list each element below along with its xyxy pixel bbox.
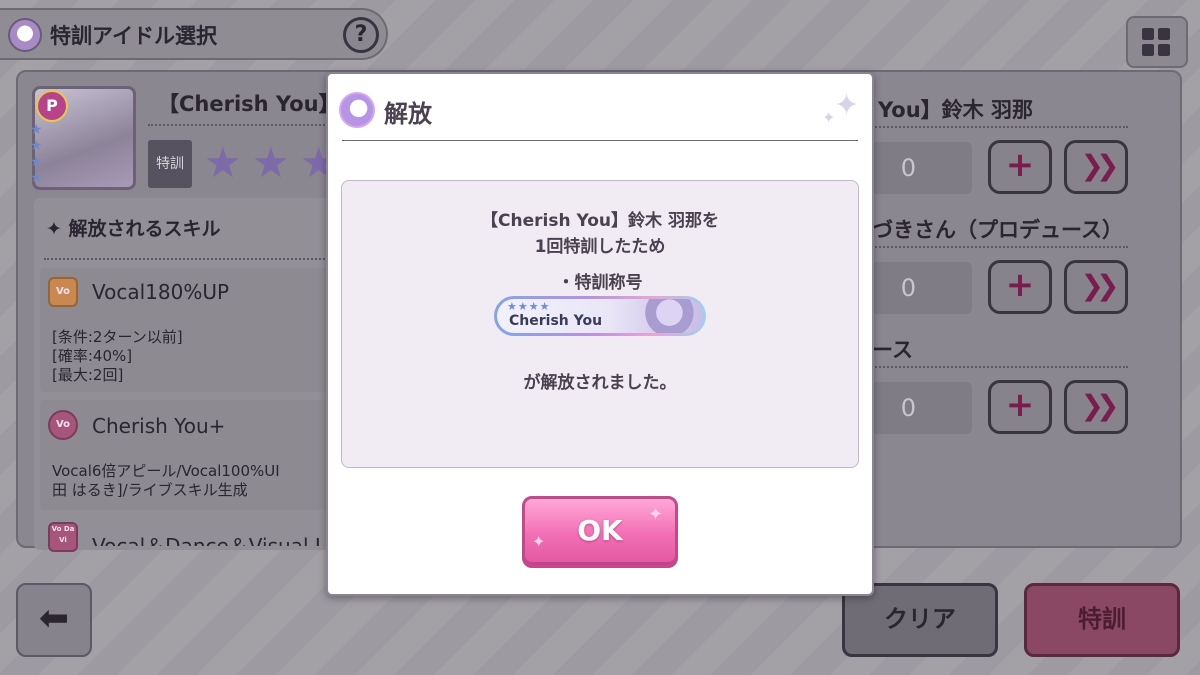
sparkle-icon: ✦ xyxy=(834,88,860,123)
app-logo-icon xyxy=(8,18,42,52)
title-plate-inner: ★★★★ Cherish You xyxy=(497,299,703,333)
tokkun-star-icon: ★ xyxy=(252,138,290,187)
rarity-star-icon: ★ xyxy=(30,122,43,138)
tokkun-star-icon: ★ xyxy=(204,138,242,187)
rarity-star-icon: ★ xyxy=(30,170,43,186)
plate-text: Cherish You xyxy=(509,313,603,329)
increment-button[interactable]: + xyxy=(988,140,1052,194)
divider xyxy=(872,246,1128,248)
rarity-star-icon: ★ xyxy=(30,154,43,170)
idol-card-name: 【Cherish You】 xyxy=(158,92,340,116)
grid-icon xyxy=(1142,44,1154,56)
idol-portrait-icon xyxy=(631,299,695,333)
material-row-title: ース xyxy=(872,338,913,362)
increment-button[interactable]: + xyxy=(988,380,1052,434)
increment-button[interactable]: + xyxy=(988,260,1052,314)
divider xyxy=(148,124,328,126)
dialog-logo-icon xyxy=(339,92,375,128)
skill-section-title: ✦ 解放されるスキル xyxy=(46,218,221,240)
material-row-title: You】鈴木 羽那 xyxy=(878,98,1033,122)
rarity-star-icon: ★ xyxy=(30,138,43,154)
skill-effect: Vocal6倍アピール/Vocal100%UI xyxy=(52,462,280,480)
divider xyxy=(44,258,328,260)
divider xyxy=(872,126,1128,128)
message-line: 【Cherish You】鈴木 羽那を xyxy=(481,211,719,231)
skill-name: Vocal＆Dance＆Visual I xyxy=(92,534,321,546)
sparkle-icon: ✦ xyxy=(648,504,664,525)
skill-condition: [条件:2ターン以前] xyxy=(52,328,183,346)
skill-name: Vocal180%UP xyxy=(92,280,230,304)
grid-icon xyxy=(1158,44,1170,56)
message-line: ・特訓称号 xyxy=(557,273,643,293)
page-title: 特訓アイドル選択 xyxy=(50,24,217,48)
divider xyxy=(872,366,1128,368)
skill-probability: [確率:40%] xyxy=(52,347,133,365)
skill-effect: 田 はるき]/ライブスキル生成 xyxy=(52,481,248,499)
max-button[interactable]: ❯❯ xyxy=(1064,140,1128,194)
sparkle-icon: ✦ xyxy=(532,532,546,551)
help-button[interactable]: ? xyxy=(343,17,379,53)
back-button[interactable]: ⬅ xyxy=(16,583,92,657)
grid-icon xyxy=(1142,28,1154,40)
plate-stars-icon: ★★★★ xyxy=(507,300,551,313)
count-display: 0 xyxy=(870,382,972,434)
arrow-left-icon: ⬅ xyxy=(38,598,70,639)
tokkun-title-plate: ★★★★ Cherish You xyxy=(494,296,706,336)
dialog-divider xyxy=(342,140,858,141)
train-button[interactable]: 特訓 xyxy=(1024,583,1180,657)
message-line: 1回特訓したため xyxy=(534,237,666,257)
grid-view-button[interactable] xyxy=(1126,16,1188,68)
sparkle-icon: ✦ xyxy=(822,108,836,127)
skill-max: [最大:2回] xyxy=(52,366,124,384)
vocal-skill-icon: Vo xyxy=(48,410,78,440)
produce-badge-icon: P xyxy=(36,90,68,122)
tokkun-label: 特訓 xyxy=(148,140,192,188)
max-button[interactable]: ❯❯ xyxy=(1064,260,1128,314)
message-line: が解放されました。 xyxy=(523,373,677,393)
vocal-skill-icon: Vo xyxy=(48,277,78,307)
vo-da-vi-skill-icon: Vo Da Vi xyxy=(48,522,78,552)
max-button[interactable]: ❯❯ xyxy=(1064,380,1128,434)
dialog-title: 解放 xyxy=(384,100,432,128)
material-row-title: づきさん（プロデュース） xyxy=(872,218,1123,242)
count-display: 0 xyxy=(870,262,972,314)
count-display: 0 xyxy=(870,142,972,194)
grid-icon xyxy=(1158,28,1170,40)
skill-name: Cherish You+ xyxy=(92,414,226,438)
